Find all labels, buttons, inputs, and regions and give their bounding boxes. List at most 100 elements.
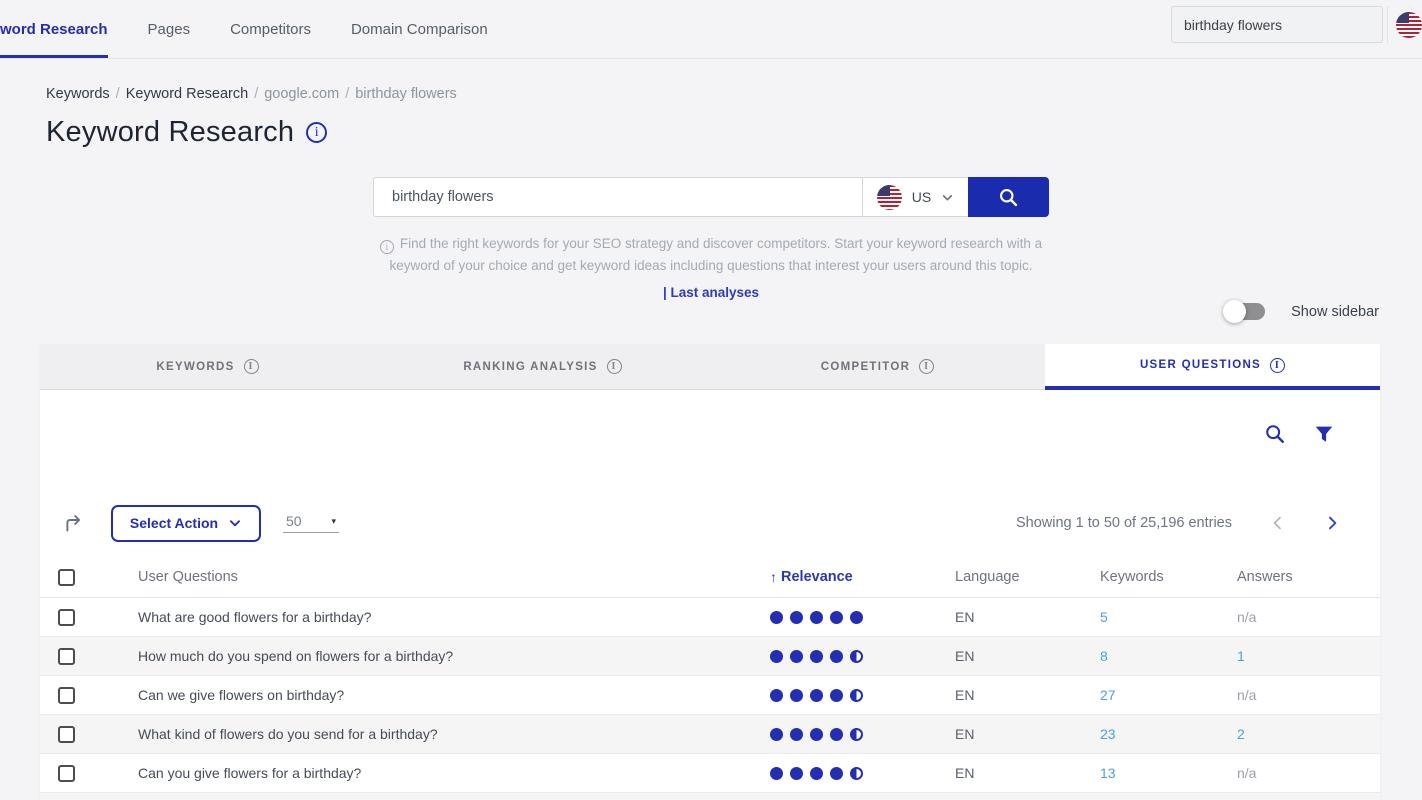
toggle-knob <box>1223 300 1246 323</box>
breadcrumb-separator: / <box>345 86 349 102</box>
search-description: iFind the right keywords for your SEO st… <box>351 233 1071 277</box>
export-icon[interactable] <box>63 513 84 534</box>
select-all-checkbox[interactable] <box>58 569 75 586</box>
relevance-dots <box>770 689 955 702</box>
relevance-dot <box>790 728 803 741</box>
language-value: EN <box>955 765 1100 781</box>
column-answers[interactable]: Answers <box>1237 569 1380 585</box>
relevance-dots <box>770 650 955 663</box>
tab-keywords[interactable]: Keywords i <box>40 344 375 390</box>
table-header: User Questions ↑ Relevance Language Keyw… <box>40 557 1380 598</box>
search-button[interactable] <box>968 177 1049 217</box>
breadcrumb-keywords[interactable]: Keywords <box>46 86 110 102</box>
relevance-dot <box>770 767 783 780</box>
nav-item-keyword-research[interactable]: word Research <box>0 0 108 58</box>
info-icon[interactable]: i <box>306 122 327 143</box>
relevance-dot <box>850 650 863 663</box>
select-action-button[interactable]: Select Action <box>111 505 261 542</box>
user-question-text: Can you give flowers for a birthday? <box>98 765 770 781</box>
column-user-questions[interactable]: User Questions <box>98 569 770 585</box>
search-icon <box>998 187 1019 208</box>
topnav-search-input[interactable] <box>1171 6 1383 43</box>
description-line-1: Find the right keywords for your SEO str… <box>400 236 1042 251</box>
relevance-dot <box>830 611 843 624</box>
answers-count: n/a <box>1237 609 1256 625</box>
breadcrumb-domain[interactable]: google.com <box>264 86 339 102</box>
nav-item-competitors[interactable]: Competitors <box>230 0 311 58</box>
page-title: Keyword Research <box>46 116 294 149</box>
table-body: What are good flowers for a birthday? EN 5… <box>40 598 1380 800</box>
result-tabs: Keywords i Ranking Analysis i Competitor… <box>40 344 1380 390</box>
relevance-dot <box>770 689 783 702</box>
last-analyses-link[interactable]: | Last analyses <box>0 285 1422 300</box>
table-row: Can we give flowers on birthday?EN27n/a <box>40 676 1380 715</box>
table-row: What kind of flowers do you send for a b… <box>40 715 1380 754</box>
table-row: How much do you spend on flowers for a b… <box>40 637 1380 676</box>
tab-label: Competitor <box>821 361 910 373</box>
tab-competitor[interactable]: Competitor i <box>710 344 1045 390</box>
info-icon: i <box>244 359 259 374</box>
keywords-count-link[interactable]: 27 <box>1100 687 1116 703</box>
user-question-text: What are good flowers for a birthday? <box>98 609 770 625</box>
language-value: EN <box>955 726 1100 742</box>
info-icon: i <box>1270 358 1285 373</box>
relevance-dot <box>810 650 823 663</box>
answers-count: n/a <box>1237 765 1256 781</box>
keywords-count-link[interactable]: 5 <box>1100 609 1108 625</box>
breadcrumb-keyword-research[interactable]: Keyword Research <box>126 86 249 102</box>
nav-item-domain-comparison[interactable]: Domain Comparison <box>351 0 488 58</box>
column-language[interactable]: Language <box>955 569 1100 585</box>
row-checkbox[interactable] <box>58 726 75 743</box>
answers-count-link[interactable]: 2 <box>1237 726 1245 742</box>
row-checkbox[interactable] <box>58 687 75 704</box>
relevance-dot <box>830 650 843 663</box>
keyword-search-input[interactable] <box>373 177 862 217</box>
tab-label: Ranking Analysis <box>463 361 597 373</box>
tab-user-questions[interactable]: User Questions i <box>1045 344 1380 390</box>
sort-up-icon: ↑ <box>770 569 777 585</box>
answers-count-link[interactable]: 1 <box>1237 648 1245 664</box>
filter-icon[interactable] <box>1313 423 1335 445</box>
keyword-search-bar: US <box>373 177 1049 217</box>
relevance-dots <box>770 611 955 624</box>
nav-item-label: Pages <box>148 21 191 38</box>
column-relevance[interactable]: ↑ Relevance <box>770 569 955 585</box>
country-select[interactable]: US <box>862 177 968 217</box>
breadcrumb-separator: / <box>116 86 120 102</box>
pagination-prev-icon[interactable] <box>1270 515 1286 531</box>
table-row: What are good flowers for a birthday?EN5… <box>40 598 1380 637</box>
relevance-dot <box>830 689 843 702</box>
keywords-count-link[interactable]: 8 <box>1100 648 1108 664</box>
relevance-dot <box>770 611 783 624</box>
nav-item-pages[interactable]: Pages <box>148 0 191 58</box>
user-question-text: How much do you spend on flowers for a b… <box>98 648 770 664</box>
user-questions-table: User Questions ↑ Relevance Language Keyw… <box>40 557 1380 800</box>
select-action-label: Select Action <box>130 515 218 531</box>
pagination-next-icon[interactable] <box>1324 515 1340 531</box>
keywords-count-link[interactable]: 23 <box>1100 726 1116 742</box>
relevance-dot <box>790 611 803 624</box>
tab-label: Keywords <box>156 361 234 373</box>
answers-count: n/a <box>1237 687 1256 703</box>
results-panel: Keywords i Ranking Analysis i Competitor… <box>40 344 1380 800</box>
relevance-dot <box>790 650 803 663</box>
table-search-icon[interactable] <box>1264 423 1286 445</box>
page-size-value: 50 <box>286 513 302 529</box>
row-checkbox[interactable] <box>58 609 75 626</box>
us-flag-icon[interactable] <box>1396 12 1422 38</box>
tab-ranking-analysis[interactable]: Ranking Analysis i <box>375 344 710 390</box>
showing-entries-text: Showing 1 to 50 of 25,196 entries <box>1016 515 1232 531</box>
show-sidebar-label: Show sidebar <box>1291 304 1379 320</box>
caret-down-icon: ▾ <box>331 516 336 527</box>
info-icon: i <box>607 359 622 374</box>
tab-label: User Questions <box>1140 359 1261 371</box>
keywords-count-link[interactable]: 13 <box>1100 765 1116 781</box>
column-keywords[interactable]: Keywords <box>1100 569 1237 585</box>
language-value: EN <box>955 687 1100 703</box>
relevance-dot <box>830 767 843 780</box>
relevance-dot <box>790 689 803 702</box>
page-size-select[interactable]: 50 ▾ <box>283 513 339 533</box>
show-sidebar-toggle[interactable] <box>1225 303 1265 320</box>
row-checkbox[interactable] <box>58 765 75 782</box>
row-checkbox[interactable] <box>58 648 75 665</box>
